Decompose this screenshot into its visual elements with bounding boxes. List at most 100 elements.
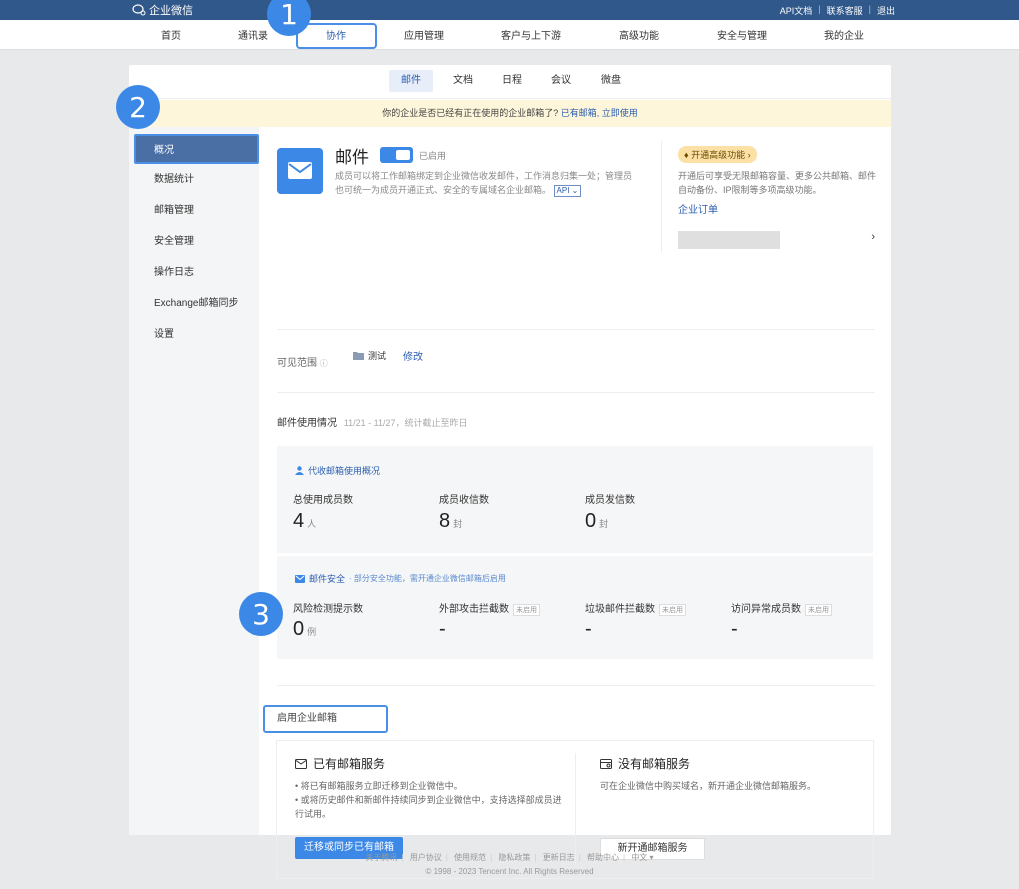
main-nav: 首页 通讯录 协作 应用管理 客户与上下游 高级功能 安全与管理 我的企业 bbox=[0, 20, 1019, 50]
step-badge-2: 2 bbox=[116, 85, 160, 129]
chat-bubble-icon bbox=[132, 4, 146, 16]
sidebar-item-exchange-sync[interactable]: Exchange邮箱同步 bbox=[134, 289, 259, 319]
highlight-box-collaboration bbox=[296, 23, 377, 49]
stat-label: 总使用成员数 bbox=[293, 495, 353, 506]
sidebar-item-statistics[interactable]: 数据统计 bbox=[134, 165, 259, 195]
app-description: 成员可以将工作邮箱绑定到企业微信收发邮件，工作消息归集一处；管理员也可统一为成员… bbox=[335, 169, 635, 197]
api-label: API bbox=[556, 186, 570, 195]
footer-link-terms[interactable]: 用户协议 bbox=[410, 853, 442, 862]
api-dropdown[interactable]: API ⌄ bbox=[553, 185, 582, 197]
divider bbox=[277, 329, 875, 330]
scope-chip: 测试 bbox=[353, 349, 386, 362]
logout-link[interactable]: 退出 bbox=[877, 4, 895, 17]
footer-link-about[interactable]: 关于腾讯 bbox=[365, 853, 397, 862]
stat-label: 成员发信数 bbox=[585, 495, 635, 506]
divider bbox=[277, 685, 875, 686]
footer: 关于腾讯 | 用户协议 | 使用规范 | 隐私政策 | 更新日志 | 帮助中心 | 中文 ▾… bbox=[0, 851, 1019, 879]
stat-label: 外部攻击拦截数 未启用 bbox=[439, 600, 540, 616]
stat-label: 风险检测提示数 bbox=[293, 604, 363, 615]
notice-banner: 你的企业是否已经有正在使用的企业邮箱了? 已有邮箱, 立即使用 bbox=[129, 100, 891, 127]
stat-value: 0例 bbox=[293, 618, 316, 641]
enable-mailbox-heading: 启用企业邮箱 bbox=[263, 705, 388, 733]
language-select[interactable]: 中文 ▾ bbox=[631, 853, 653, 862]
usage-title: 邮件使用情况 bbox=[277, 418, 337, 429]
envelope-icon bbox=[295, 758, 307, 769]
stat-label-text: 外部攻击拦截数 bbox=[439, 604, 509, 615]
stat-unit: 封 bbox=[599, 519, 609, 529]
sidebar-item-mailbox-management[interactable]: 邮箱管理 bbox=[134, 196, 259, 226]
tab-drive[interactable]: 微盘 bbox=[589, 70, 633, 92]
notice-link[interactable]: 已有邮箱, 立即使用 bbox=[561, 108, 638, 118]
enterprise-order-link[interactable]: 企业订单 bbox=[678, 201, 718, 216]
stat-unit: 例 bbox=[307, 627, 317, 637]
nav-customers[interactable]: 客户与上下游 bbox=[501, 27, 561, 42]
nav-security[interactable]: 安全与管理 bbox=[717, 27, 767, 42]
content-card: 邮件 文档 日程 会议 微盘 你的企业是否已经有正在使用的企业邮箱了? 已有邮箱… bbox=[129, 65, 891, 879]
card-icon bbox=[600, 758, 612, 769]
usage-header: 邮件使用情况 11/21 - 11/27，统计截止至昨日 bbox=[277, 414, 468, 429]
nav-advanced[interactable]: 高级功能 bbox=[619, 27, 659, 42]
sidebar-item-overview[interactable]: 概况 bbox=[134, 134, 259, 164]
scope-label: 可见范围 ⓘ bbox=[277, 354, 328, 369]
tab-meeting[interactable]: 会议 bbox=[539, 70, 583, 92]
footer-link-privacy[interactable]: 隐私政策 bbox=[498, 853, 530, 862]
nav-app-management[interactable]: 应用管理 bbox=[404, 27, 444, 42]
new-service-description: 可在企业微信中购买域名，新开通企业微信邮箱服务。 bbox=[600, 781, 817, 791]
stat-label: 访问异常成员数 未启用 bbox=[731, 600, 832, 616]
footer-link-rules[interactable]: 使用规范 bbox=[454, 853, 486, 862]
footer-link-changelog[interactable]: 更新日志 bbox=[543, 853, 575, 862]
stat-value: 4人 bbox=[293, 510, 316, 533]
notice-text: 你的企业是否已经有正在使用的企业邮箱了? bbox=[382, 108, 559, 118]
proxy-panel-title-text: 代收邮箱使用概况 bbox=[308, 466, 381, 476]
upgrade-badge[interactable]: ♦ 开通高级功能 › bbox=[678, 146, 757, 163]
sidebar-item-operation-log[interactable]: 操作日志 bbox=[134, 258, 259, 288]
promo-box: ♦ 开通高级功能 › 开通后可享受无限邮箱容量、更多公共邮箱、邮件自动备份、IP… bbox=[661, 141, 877, 253]
mail-app-icon bbox=[277, 148, 323, 194]
footer-links: 关于腾讯 | 用户协议 | 使用规范 | 隐私政策 | 更新日志 | 帮助中心 | 中文 ▾ bbox=[365, 853, 654, 862]
info-icon: ⓘ bbox=[319, 359, 328, 368]
top-links: API文档 | 联系客服 | 退出 bbox=[780, 4, 895, 17]
app-title: 邮件 bbox=[335, 148, 369, 167]
wecom-logo[interactable]: 企业微信 bbox=[132, 2, 193, 18]
new-service-title-text: 没有邮箱服务 bbox=[618, 757, 691, 771]
tab-calendar[interactable]: 日程 bbox=[490, 70, 534, 92]
mail-security-panel: 邮件安全 · 部分安全功能，需开通企业微信邮箱后启用 风险检测提示数 0例 外部… bbox=[277, 556, 873, 659]
footer-link-help[interactable]: 帮助中心 bbox=[587, 853, 619, 862]
logo-text: 企业微信 bbox=[149, 5, 193, 17]
sidebar: 概况 数据统计 邮箱管理 安全管理 操作日志 Exchange邮箱同步 设置 bbox=[129, 127, 259, 835]
usage-subtitle: 11/21 - 11/27，统计截止至昨日 bbox=[343, 418, 468, 428]
promo-description: 开通后可享受无限邮箱容量、更多公共邮箱、邮件自动备份、IP限制等多项高级功能。 bbox=[678, 171, 877, 195]
scope-edit-link[interactable]: 修改 bbox=[403, 348, 423, 363]
proxy-mailbox-panel: 代收邮箱使用概况 总使用成员数 4人 成员收信数 8封 成员发信数 0封 bbox=[277, 446, 873, 553]
top-bar: 企业微信 API文档 | 联系客服 | 退出 bbox=[0, 0, 1019, 20]
api-docs-link[interactable]: API文档 bbox=[780, 4, 813, 17]
stat-number: 8 bbox=[439, 510, 451, 532]
nav-contacts[interactable]: 通讯录 bbox=[238, 27, 268, 42]
sidebar-item-settings[interactable]: 设置 bbox=[134, 320, 259, 350]
bullet-item: • 将已有邮箱服务立即迁移到企业微信中。 bbox=[295, 781, 463, 791]
security-panel-title: 邮件安全 · 部分安全功能，需开通企业微信邮箱后启用 bbox=[295, 572, 506, 585]
sidebar-item-security-management[interactable]: 安全管理 bbox=[134, 227, 259, 257]
tab-docs[interactable]: 文档 bbox=[441, 70, 485, 92]
security-panel-note: · 部分安全功能，需开通企业微信邮箱后启用 bbox=[349, 574, 506, 583]
bullet-item: • 或将历史邮件和新邮件持续同步到企业微信中，支持选择部成员进行试用。 bbox=[295, 795, 562, 819]
upgrade-badge-label: 开通高级功能 › bbox=[691, 150, 751, 160]
redacted-block bbox=[678, 231, 780, 249]
main-content: 邮件 已启用 成员可以将工作邮箱绑定到企业微信收发邮件，工作消息归集一处；管理员… bbox=[259, 127, 891, 879]
enable-toggle[interactable] bbox=[380, 147, 413, 163]
mail-icon bbox=[295, 574, 305, 583]
contact-support-link[interactable]: 联系客服 bbox=[827, 4, 863, 17]
disabled-tag: 未启用 bbox=[805, 604, 832, 616]
stat-number: 0 bbox=[585, 510, 597, 532]
copyright: © 1998 - 2023 Tencent Inc. All Rights Re… bbox=[425, 867, 594, 876]
proxy-panel-title: 代收邮箱使用概况 bbox=[295, 464, 380, 477]
stat-label-text: 访问异常成员数 bbox=[731, 604, 801, 615]
tab-mail[interactable]: 邮件 bbox=[389, 70, 433, 92]
stat-label: 成员收信数 bbox=[439, 495, 489, 506]
stat-value: - bbox=[585, 618, 592, 640]
nav-home[interactable]: 首页 bbox=[161, 27, 181, 42]
step-badge-3: 3 bbox=[239, 592, 283, 636]
scope-label-text: 可见范围 bbox=[277, 358, 317, 369]
nav-my-company[interactable]: 我的企业 bbox=[824, 27, 864, 42]
chevron-right-icon[interactable]: › bbox=[871, 231, 875, 243]
